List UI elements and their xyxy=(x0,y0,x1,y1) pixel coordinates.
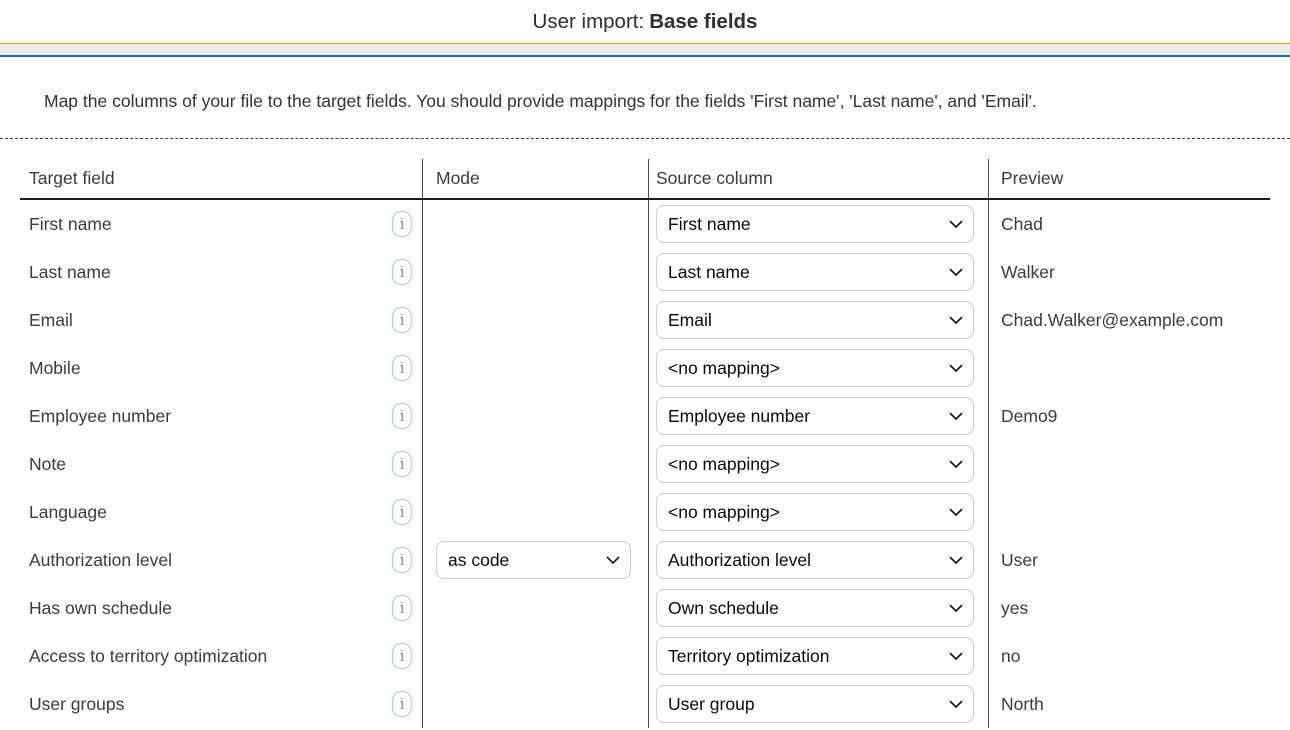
target-field-label: Last name xyxy=(29,262,111,283)
page-title-emphasis: Base fields xyxy=(649,10,757,34)
source-column-select[interactable]: Email xyxy=(656,301,974,339)
table-row: First name i First name Chad xyxy=(20,200,1270,248)
source-column-select[interactable]: Authorization level xyxy=(656,541,974,579)
info-icon[interactable]: i xyxy=(392,499,412,525)
column-header-mode: Mode xyxy=(422,159,648,198)
preview-value: Chad xyxy=(988,200,1270,248)
target-field-label: Email xyxy=(29,310,73,331)
mode-cell xyxy=(422,584,648,632)
target-field-label: Authorization level xyxy=(29,550,172,571)
target-field-label: Note xyxy=(29,454,66,475)
preview-value: Chad.Walker@example.com xyxy=(988,296,1270,344)
source-column-select[interactable]: Employee number xyxy=(656,397,974,435)
preview-value xyxy=(988,440,1270,488)
target-field-label: First name xyxy=(29,214,112,235)
mode-cell xyxy=(422,200,648,248)
source-column-select[interactable]: <no mapping> xyxy=(656,445,974,483)
table-row: Authorization level i as code Authorizat… xyxy=(20,536,1270,584)
target-field-label: Has own schedule xyxy=(29,598,172,619)
info-icon[interactable]: i xyxy=(392,403,412,429)
source-column-select[interactable]: <no mapping> xyxy=(656,493,974,531)
preview-value: User xyxy=(988,536,1270,584)
preview-value: Demo9 xyxy=(988,392,1270,440)
info-icon[interactable]: i xyxy=(392,451,412,477)
page-title: User import: Base fields xyxy=(0,0,1290,43)
table-row: Employee number i Employee number Demo9 xyxy=(20,392,1270,440)
table-row: User groups i User group North xyxy=(20,680,1270,728)
mode-cell xyxy=(422,392,648,440)
mode-cell: as code xyxy=(422,536,648,584)
header-divider xyxy=(0,43,1290,57)
intro-text: Map the columns of your file to the targ… xyxy=(44,91,1037,112)
preview-value xyxy=(988,344,1270,392)
page-title-prefix: User import: xyxy=(533,10,645,34)
info-icon[interactable]: i xyxy=(392,307,412,333)
source-column-select[interactable]: First name xyxy=(656,205,974,243)
preview-value: Walker xyxy=(988,248,1270,296)
mode-cell xyxy=(422,632,648,680)
info-icon[interactable]: i xyxy=(392,643,412,669)
source-column-select[interactable]: Own schedule xyxy=(656,589,974,627)
preview-value: no xyxy=(988,632,1270,680)
column-header-source-column: Source column xyxy=(648,159,988,198)
target-field-label: Mobile xyxy=(29,358,81,379)
target-field-label: Employee number xyxy=(29,406,171,427)
target-field-label: User groups xyxy=(29,694,124,715)
info-icon[interactable]: i xyxy=(392,259,412,285)
table-row: Email i Email Chad.Walker@example.com xyxy=(20,296,1270,344)
table-row: Last name i Last name Walker xyxy=(20,248,1270,296)
mode-select[interactable]: as code xyxy=(436,541,631,579)
preview-value: yes xyxy=(988,584,1270,632)
target-field-label: Language xyxy=(29,502,107,523)
table-row: Access to territory optimization i Terri… xyxy=(20,632,1270,680)
mode-cell xyxy=(422,440,648,488)
preview-value: North xyxy=(988,680,1270,728)
mode-cell xyxy=(422,296,648,344)
info-icon[interactable]: i xyxy=(392,691,412,717)
source-column-select[interactable]: <no mapping> xyxy=(656,349,974,387)
preview-value xyxy=(988,488,1270,536)
source-column-select[interactable]: Last name xyxy=(656,253,974,291)
table-row: Mobile i <no mapping> xyxy=(20,344,1270,392)
mode-cell xyxy=(422,344,648,392)
target-field-label: Access to territory optimization xyxy=(29,646,267,667)
source-column-select[interactable]: User group xyxy=(656,685,974,723)
column-header-target-field: Target field xyxy=(20,159,422,198)
table-row: Language i <no mapping> xyxy=(20,488,1270,536)
mapping-table: Target field Mode Source column Preview … xyxy=(20,159,1270,728)
table-row: Note i <no mapping> xyxy=(20,440,1270,488)
table-header-row: Target field Mode Source column Preview xyxy=(20,159,1270,200)
table-row: Has own schedule i Own schedule yes xyxy=(20,584,1270,632)
mode-cell xyxy=(422,248,648,296)
column-header-preview: Preview xyxy=(988,159,1270,198)
mode-cell xyxy=(422,680,648,728)
mode-cell xyxy=(422,488,648,536)
info-icon[interactable]: i xyxy=(392,355,412,381)
source-column-select[interactable]: Territory optimization xyxy=(656,637,974,675)
info-icon[interactable]: i xyxy=(392,547,412,573)
info-icon[interactable]: i xyxy=(392,595,412,621)
info-icon[interactable]: i xyxy=(392,211,412,237)
intro-section: Map the columns of your file to the targ… xyxy=(0,57,1290,139)
